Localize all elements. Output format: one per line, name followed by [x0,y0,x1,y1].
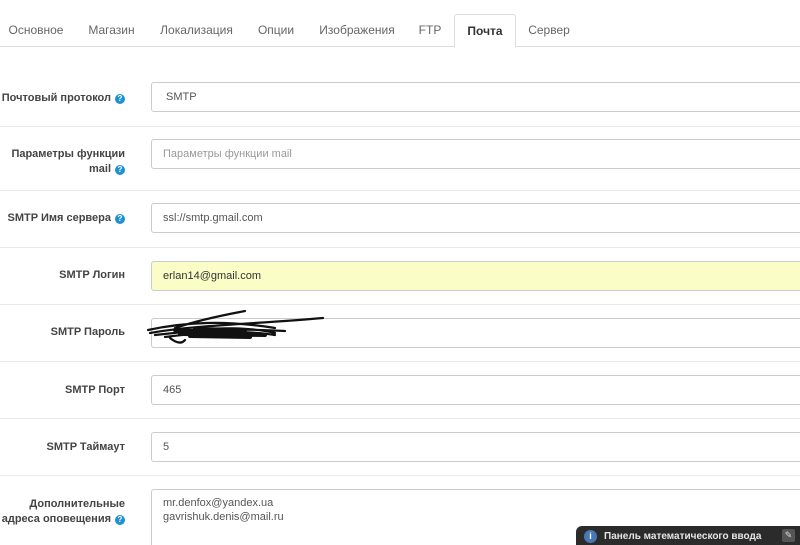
wrench-icon[interactable]: ✎ [782,529,795,542]
math-input-panel[interactable]: i Панель математического ввода ✎ [576,526,800,545]
form-row-smtp-timeout: SMTP Таймаут 5 [0,419,800,476]
tab-mail[interactable]: Почта [454,14,516,48]
extra-email-line: gavrishuk.denis@mail.ru [163,511,284,523]
form-row-smtp-login: SMTP Логин erlan14@gmail.com [0,248,800,305]
smtp-port-input[interactable]: 465 [151,375,800,405]
smtp-timeout-label: SMTP Таймаут [46,441,126,453]
tab-bar: Основное Магазин Локализация Опции Изобр… [0,0,800,48]
info-icon: i [584,530,597,543]
mail-params-input[interactable]: Параметры функции mail [151,139,800,169]
protocol-label: Почтовый протокол? [2,91,125,106]
form-row-mail-params: Параметры функции mail? Параметры функции… [0,127,800,191]
form-row-smtp-host: SMTP Имя сервера? ssl://smtp.gmail.com [0,191,800,248]
smtp-timeout-input[interactable]: 5 [151,432,800,462]
smtp-login-label: SMTP Логин [59,269,125,281]
tab-store[interactable]: Магазин [76,14,147,48]
extra-email-line: mr.denfox@yandex.ua [163,497,274,509]
smtp-host-label: SMTP Имя сервера? [8,211,125,226]
form-row-protocol: Почтовый протокол? SMTP [0,69,800,127]
smtp-host-input[interactable]: ssl://smtp.gmail.com [151,203,800,233]
help-icon[interactable]: ? [115,94,125,104]
redaction-scribble [146,310,325,344]
tab-localization[interactable]: Локализация [150,14,243,48]
mail-params-label: Параметры функции mail? [11,148,125,175]
smtp-password-label: SMTP Пароль [50,326,125,338]
tab-images[interactable]: Изображения [310,14,404,48]
tab-general[interactable]: Основное [0,14,72,48]
math-panel-title: Панель математического ввода [604,531,762,542]
smtp-login-input[interactable]: erlan14@gmail.com [151,261,800,291]
form-row-smtp-port: SMTP Порт 465 [0,362,800,419]
tab-ftp[interactable]: FTP [408,14,452,48]
help-icon[interactable]: ? [115,515,125,525]
help-icon[interactable]: ? [115,214,125,224]
extra-emails-label: Дополнительные адреса оповещения? [1,498,125,525]
smtp-port-label: SMTP Порт [64,384,125,396]
form-row-smtp-password: SMTP Пароль [0,305,800,362]
protocol-select[interactable]: SMTP [151,82,800,112]
tab-options[interactable]: Опции [246,14,306,48]
tab-server[interactable]: Сервер [518,14,580,48]
help-icon[interactable]: ? [115,165,125,175]
